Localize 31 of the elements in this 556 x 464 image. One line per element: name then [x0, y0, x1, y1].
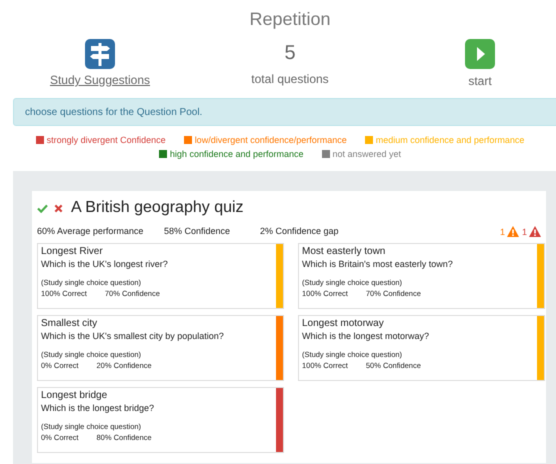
question-text: Which is the UK's smallest city by population?: [41, 331, 225, 341]
legend-label: not answered yet: [332, 149, 402, 159]
study-suggestions-link[interactable]: Study Suggestions: [50, 73, 150, 87]
question-title: Most easterly town: [302, 246, 386, 257]
play-icon[interactable]: [465, 39, 495, 69]
quiz-title: A British geography quiz: [71, 199, 244, 217]
question-text: Which is Britain's most easterly town?: [302, 259, 454, 269]
legend-label: low/divergent confidence/performance: [194, 135, 347, 145]
confidence-gap: 2% Confidence gap: [260, 226, 339, 237]
check-icon[interactable]: [37, 204, 48, 212]
question-title: Longest motorway: [302, 318, 385, 329]
question-text: Which is the longest bridge?: [41, 403, 156, 413]
question-text: Which is the UK's longest river?: [41, 259, 169, 269]
question-title: Smallest city: [41, 318, 98, 329]
average-confidence: 58% Confidence: [164, 226, 232, 237]
count-label: total questions: [251, 72, 329, 86]
close-icon[interactable]: [54, 204, 63, 212]
legend-label: strongly divergent Confidence: [46, 135, 166, 145]
warning-count: 1: [522, 226, 527, 236]
signpost-icon[interactable]: [85, 39, 115, 69]
question-title: Longest River: [41, 246, 104, 257]
info-banner: choose questions for the Question Pool.: [13, 98, 556, 126]
start-label[interactable]: start: [468, 74, 492, 88]
question-text: Which is the longest motorway?: [302, 331, 430, 341]
warning-count: 1: [500, 226, 505, 236]
average-performance: 60% Average performance: [37, 226, 144, 237]
legend-label: medium confidence and performance: [376, 135, 524, 145]
question-title: Longest bridge: [41, 390, 108, 401]
legend-label: high confidence and performance: [170, 149, 304, 159]
question-count: 5: [284, 41, 296, 65]
page-title: Repetition: [248, 8, 332, 31]
